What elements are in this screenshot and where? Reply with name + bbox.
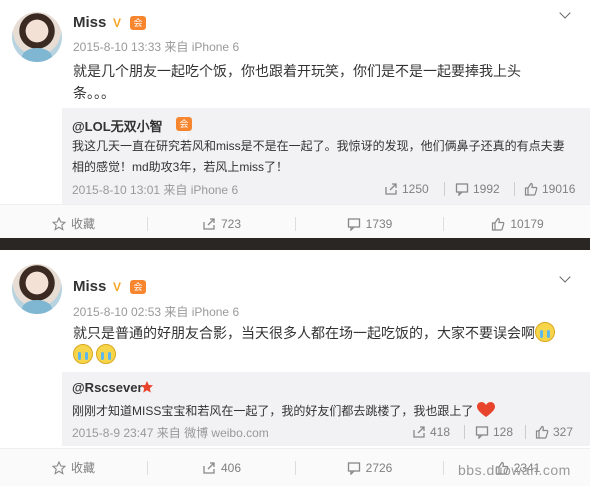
- repost-count: 723: [220, 217, 242, 231]
- comment-icon: [347, 218, 360, 231]
- comment-count: 2726: [365, 461, 393, 475]
- repost-author[interactable]: @Rscsever: [72, 380, 143, 395]
- post-meta[interactable]: 2015-8-10 02:53 来自 iPhone 6: [73, 303, 239, 320]
- post-text-line: [73, 344, 563, 366]
- vip-badge-icon: 会员: [176, 117, 192, 143]
- like-icon: [492, 217, 505, 231]
- comment-count-button[interactable]: 1992: [455, 181, 500, 197]
- repost-text: 刚刚才知道MISS宝宝和若风在一起了，我的好友们都去跳楼了，我也跟上了: [72, 401, 580, 422]
- divider: [525, 425, 526, 439]
- repost-text: 我这几天一直在研究若风和miss是不是在一起了。我惊讶的发现，他们俩鼻子还真的有…: [72, 136, 580, 178]
- post-text-line: 就是几个朋友一起吃个饭，你也跟着开玩笑，你们是不是一起要捧我上头: [73, 63, 521, 79]
- post-text-segment: 就只是普通的好朋友合影，当天很多人都在场一起吃饭的，大家不要误会啊: [73, 325, 535, 341]
- repost-box[interactable]: @Rscsever 刚刚才知道MISS宝宝和若风在一起了，我的好友们都去跳楼了，…: [62, 372, 590, 446]
- favorite-label: 收藏: [70, 461, 95, 475]
- repost-meta[interactable]: 2015-8-9 23:47 来自 微博 weibo.com: [72, 424, 269, 441]
- repost-count: 1250: [402, 182, 429, 196]
- repost-text-line: 相的感觉！md助攻3年，若风上miss了！: [72, 160, 289, 174]
- repost-text-segment: 刚刚才知道MISS宝宝和若风在一起了，我的好友们都去跳楼了，我也跟上了: [72, 404, 474, 418]
- verified-badge-icon: V: [112, 16, 121, 30]
- repost-box[interactable]: @LOL无双小智 会员 我这几天一直在研究若风和miss是不是在一起了。我惊讶的…: [62, 108, 590, 204]
- divider: [464, 425, 465, 439]
- weibo-post-2: Miss V 会员 2015-8-10 02:53 来自 iPhone 6 就只…: [0, 250, 590, 486]
- weibo-post-1: Miss V 会员 2015-8-10 13:33 来自 iPhone 6 就是…: [0, 0, 590, 242]
- verified-badge-icon: V: [112, 280, 121, 294]
- comment-count: 128: [493, 425, 514, 439]
- like-icon: [535, 425, 549, 439]
- repost-count-button[interactable]: 418: [412, 424, 450, 440]
- comment-count: 1992: [473, 182, 500, 196]
- author-name[interactable]: Miss: [73, 278, 106, 295]
- like-count-button[interactable]: 327: [535, 424, 573, 440]
- red-star-icon: [141, 381, 153, 393]
- favorite-label: 收藏: [70, 217, 95, 231]
- chevron-down-icon[interactable]: [558, 8, 572, 22]
- like-icon: [524, 182, 538, 196]
- crying-emoji-icon: [535, 322, 555, 342]
- post-text-line: 条。。。: [73, 85, 115, 101]
- like-count: 19016: [542, 182, 576, 196]
- action-bar: 收藏 723 1739 10179: [0, 204, 590, 242]
- comment-button[interactable]: 2726: [296, 449, 443, 487]
- comment-icon: [475, 426, 489, 439]
- divider: [514, 182, 515, 196]
- repost-icon: [203, 218, 215, 230]
- vip-badge-icon: 会员: [130, 280, 146, 306]
- repost-meta[interactable]: 2015-8-10 13:01 来自 iPhone 6: [72, 181, 238, 198]
- star-icon: [51, 217, 66, 231]
- author-name[interactable]: Miss: [73, 14, 106, 31]
- avatar[interactable]: [12, 12, 62, 62]
- post-text: 就只是普通的好朋友合影，当天很多人都在场一起吃饭的，大家不要误会啊: [73, 322, 563, 366]
- divider: [444, 182, 445, 196]
- screenshot-divider: [0, 238, 590, 250]
- repost-text-line: 我这几天一直在研究若风和miss是不是在一起了。我惊讶的发现，他们俩鼻子还真的有…: [72, 139, 565, 153]
- comment-icon: [455, 183, 469, 196]
- comment-count-button[interactable]: 128: [475, 424, 513, 440]
- star-icon: [51, 461, 66, 475]
- like-count: 10179: [510, 217, 544, 231]
- post-text: 就是几个朋友一起吃个饭，你也跟着开玩笑，你们是不是一起要捧我上头 条。。。: [73, 60, 563, 104]
- repost-count-button[interactable]: 1250: [384, 181, 429, 197]
- repost-icon: [385, 183, 397, 195]
- post-meta[interactable]: 2015-8-10 13:33 来自 iPhone 6: [73, 38, 239, 55]
- repost-count: 418: [430, 425, 451, 439]
- repost-icon: [203, 462, 215, 474]
- repost-icon: [413, 426, 425, 438]
- avatar[interactable]: [12, 264, 62, 314]
- heart-emoji-icon: [476, 402, 495, 417]
- post-text-line: 就只是普通的好朋友合影，当天很多人都在场一起吃饭的，大家不要误会啊: [73, 322, 563, 344]
- like-count: 327: [553, 425, 574, 439]
- crying-emoji-icon: [73, 344, 93, 364]
- like-count-button[interactable]: 19016: [524, 181, 575, 197]
- chevron-down-icon[interactable]: [558, 272, 572, 286]
- comment-count: 1739: [365, 217, 393, 231]
- favorite-button[interactable]: 收藏: [0, 449, 147, 487]
- repost-count: 406: [220, 461, 242, 475]
- vip-badge-icon: 会员: [130, 16, 146, 42]
- repost-button[interactable]: 406: [148, 449, 295, 487]
- repost-author[interactable]: @LOL无双小智: [72, 116, 163, 135]
- site-watermark: bbs.duowan.com: [458, 462, 571, 478]
- comment-icon: [347, 462, 360, 475]
- crying-emoji-icon: [96, 344, 116, 364]
